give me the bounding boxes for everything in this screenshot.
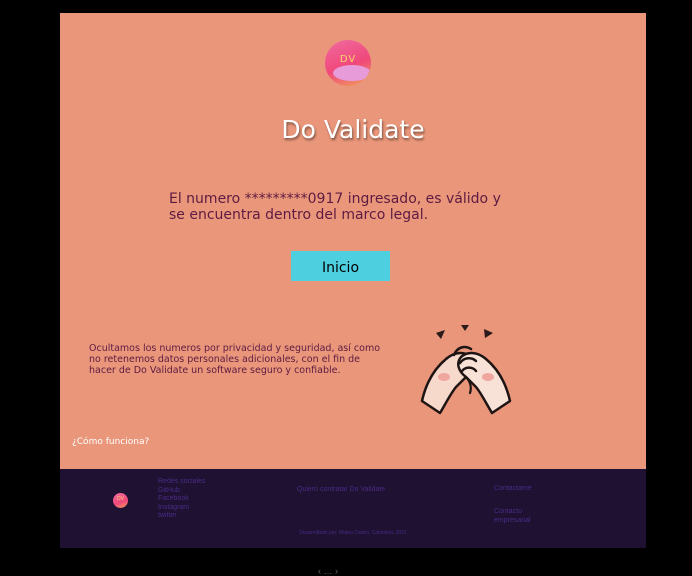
social-header: Redes sociales — [158, 478, 206, 485]
footer: DV Redes sociales GitHub Facebook Instag… — [60, 469, 646, 548]
privacy-note: Ocultamos los numeros por privacidad y s… — [89, 343, 381, 376]
logo-text: DV — [339, 54, 357, 65]
logo-icon: DV — [325, 40, 371, 86]
footer-logo-icon: DV — [113, 493, 128, 508]
main-page: DV Do Validate El numero *********0917 i… — [60, 13, 646, 548]
pager: ‹ … › — [318, 566, 338, 576]
home-button[interactable]: Inicio — [291, 251, 390, 281]
hire-link[interactable]: Quiero contratar Do Validate — [297, 486, 385, 495]
validation-message: El numero *********0917 ingresado, es vá… — [169, 191, 501, 223]
social-links: Redes sociales GitHub Facebook Instagram… — [158, 478, 205, 521]
business-contact-link[interactable]: Contacto empresarial — [494, 508, 531, 525]
page-title: Do Validate — [281, 115, 425, 144]
business-contact-line-2: empresarial — [494, 516, 531, 524]
business-contact-line-1: Contacto — [494, 508, 523, 515]
social-link-facebook[interactable]: Facebook — [158, 495, 205, 504]
contact-link[interactable]: Contactame — [494, 485, 532, 494]
social-link-github[interactable]: GitHub — [158, 487, 205, 496]
social-link-instagram[interactable]: Instagram — [158, 504, 205, 513]
how-it-works-link[interactable]: ¿Cómo funciona? — [72, 437, 149, 447]
credit-text: Desarrollado por: Mateo Castro, Colombia… — [299, 530, 407, 536]
clasped-hands-icon — [420, 325, 512, 415]
footer-logo-text: DV — [117, 496, 124, 502]
social-link-twitter[interactable]: twitter — [158, 512, 205, 521]
